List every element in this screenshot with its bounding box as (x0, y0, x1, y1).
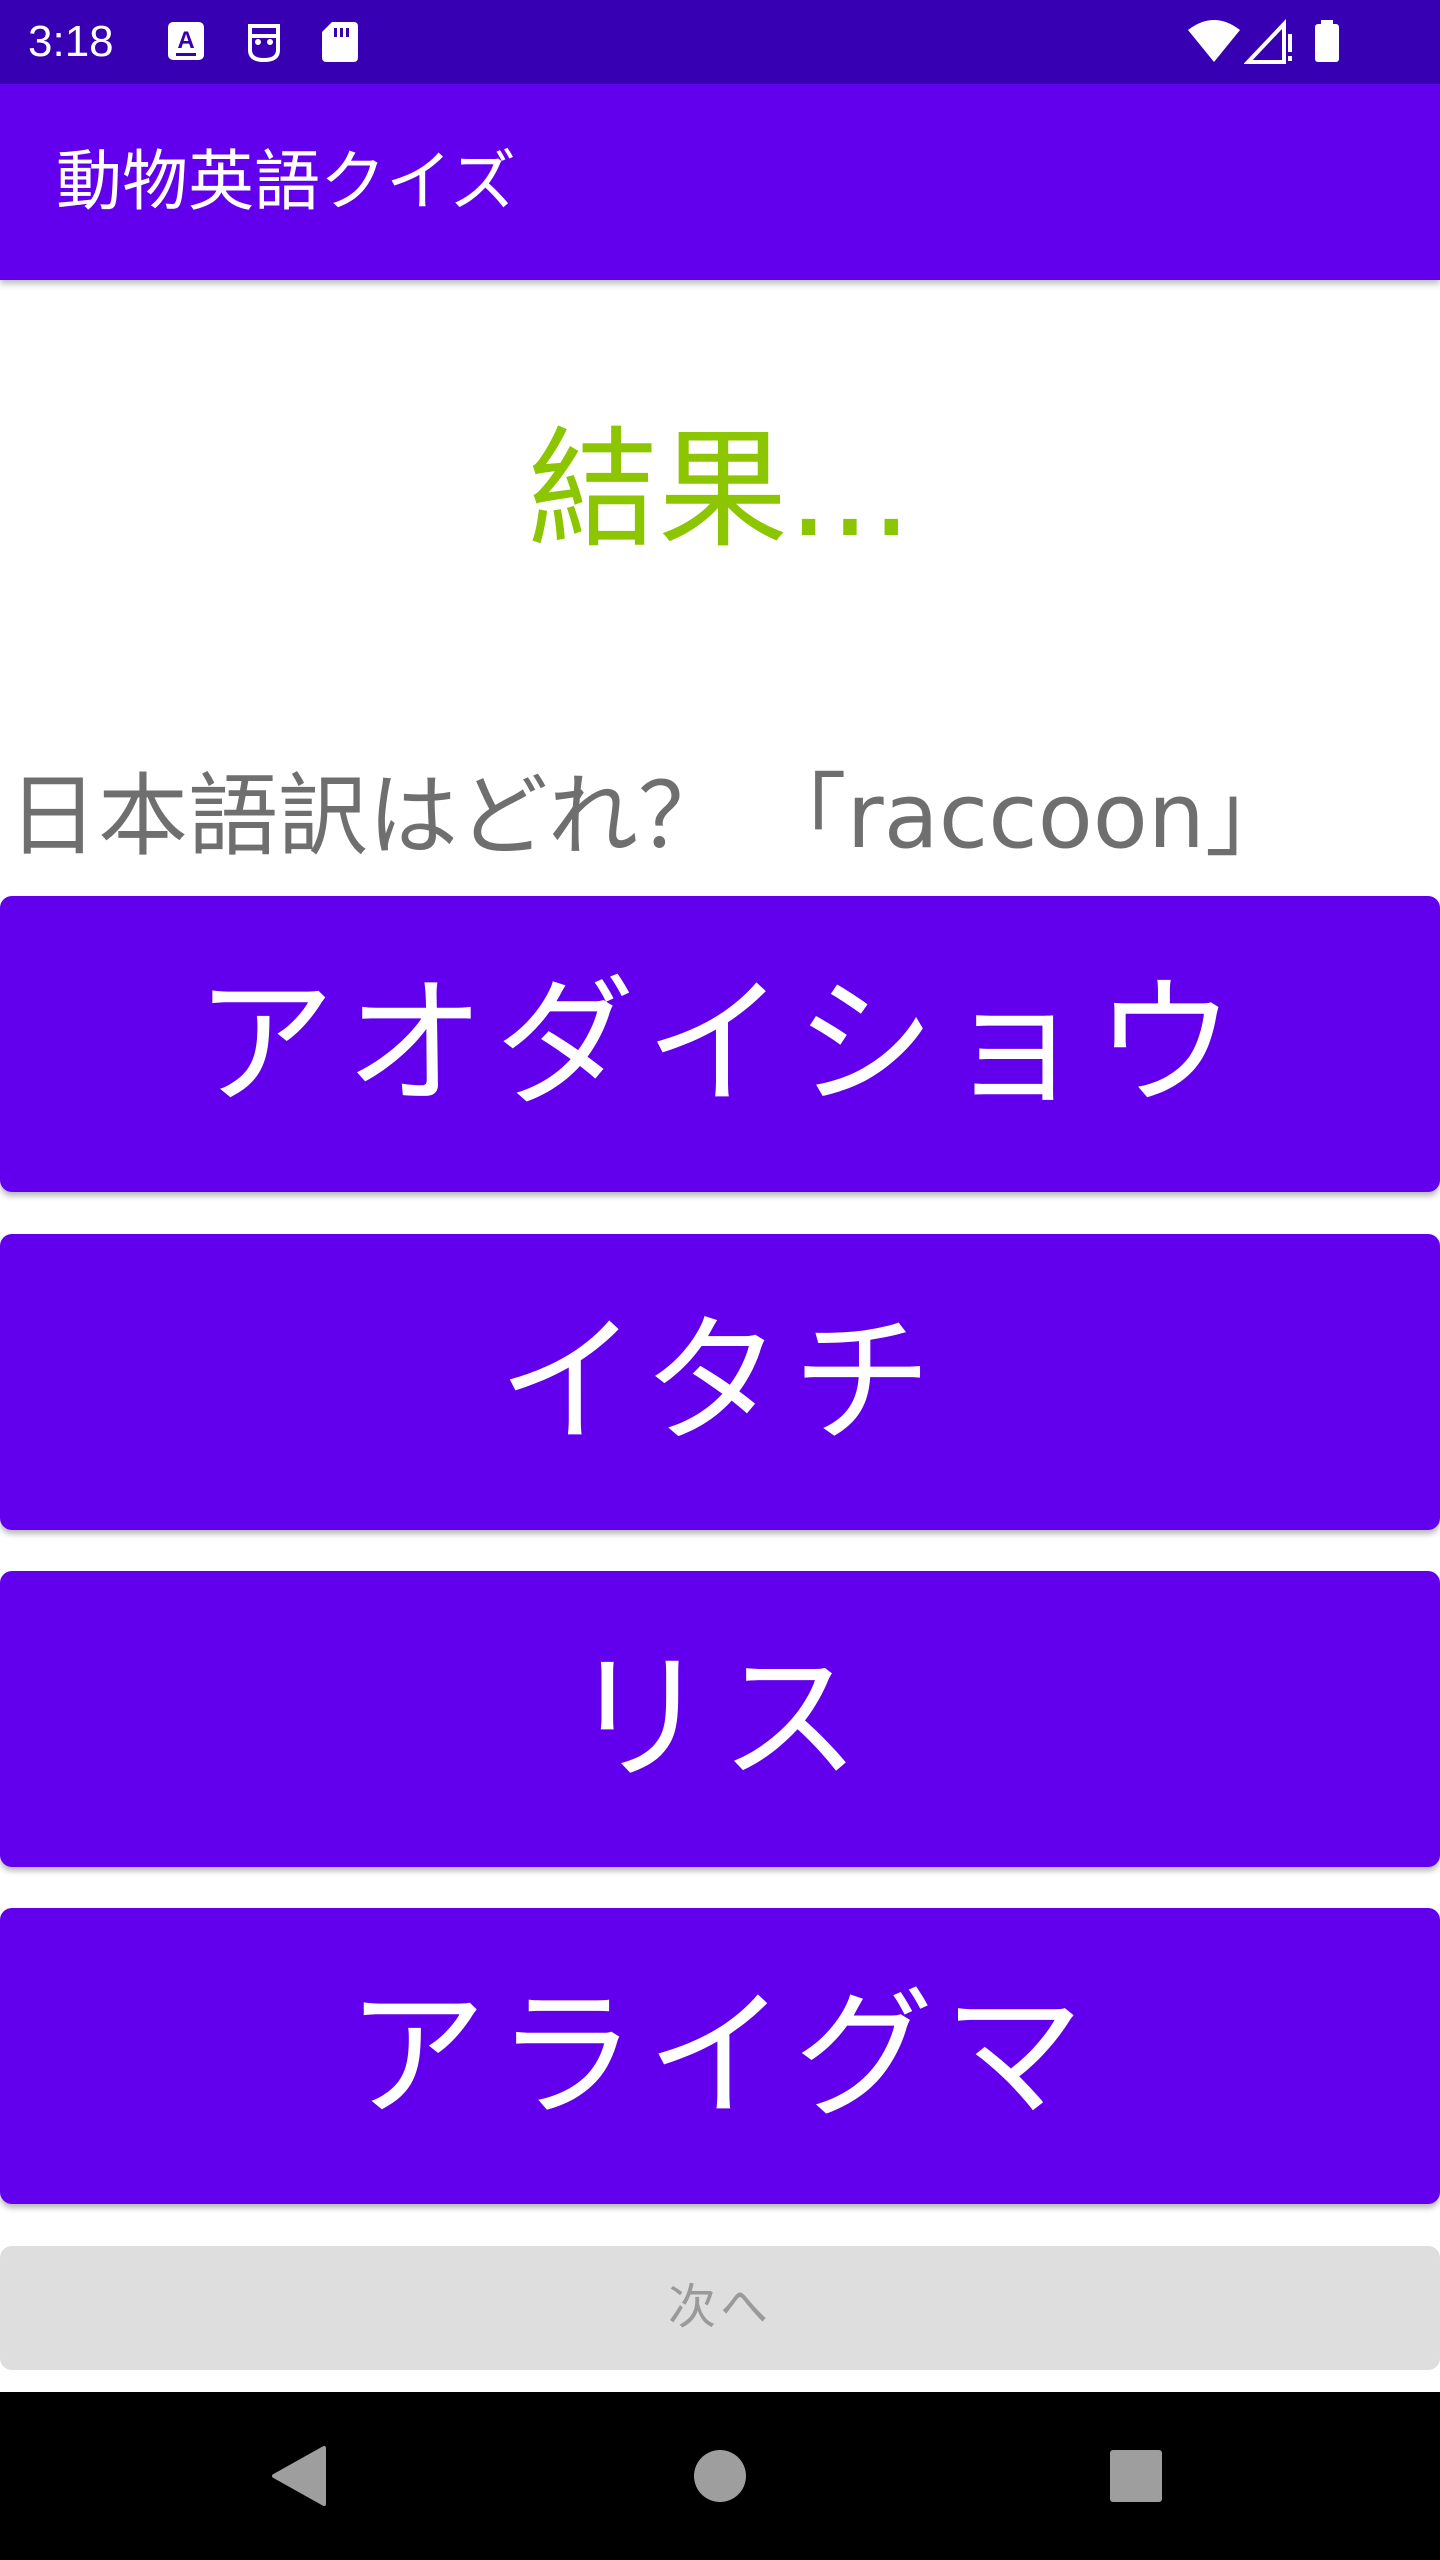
status-time: 3:18 (28, 17, 114, 66)
next-button[interactable]: 次へ (0, 2246, 1440, 2370)
app-bar: 動物英語クイズ (0, 84, 1440, 280)
keyboard-a-icon: A (168, 22, 204, 60)
status-bar: 3:18 A (0, 0, 1440, 84)
result-text: 結果... (528, 414, 912, 566)
choice-button-4[interactable]: アライグマ (0, 1908, 1440, 2204)
signal-icon (1244, 18, 1292, 64)
choice-button-2[interactable]: イタチ (0, 1234, 1440, 1530)
recents-icon[interactable] (1096, 2436, 1176, 2516)
choice-button-3[interactable]: リス (0, 1571, 1440, 1867)
navigation-bar (0, 2392, 1440, 2560)
battery-icon (1315, 20, 1339, 62)
wifi-icon (1188, 20, 1240, 62)
question-text: 日本語訳はどれ？ 「raccoon」 (8, 764, 1295, 869)
sd-card-icon (322, 22, 358, 62)
back-icon[interactable] (262, 2436, 342, 2516)
robot-icon (248, 24, 280, 63)
home-icon[interactable] (680, 2436, 760, 2516)
svg-text:A: A (177, 27, 194, 54)
app-title: 動物英語クイズ (56, 143, 517, 220)
choice-button-1[interactable]: アオダイショウ (0, 896, 1440, 1192)
